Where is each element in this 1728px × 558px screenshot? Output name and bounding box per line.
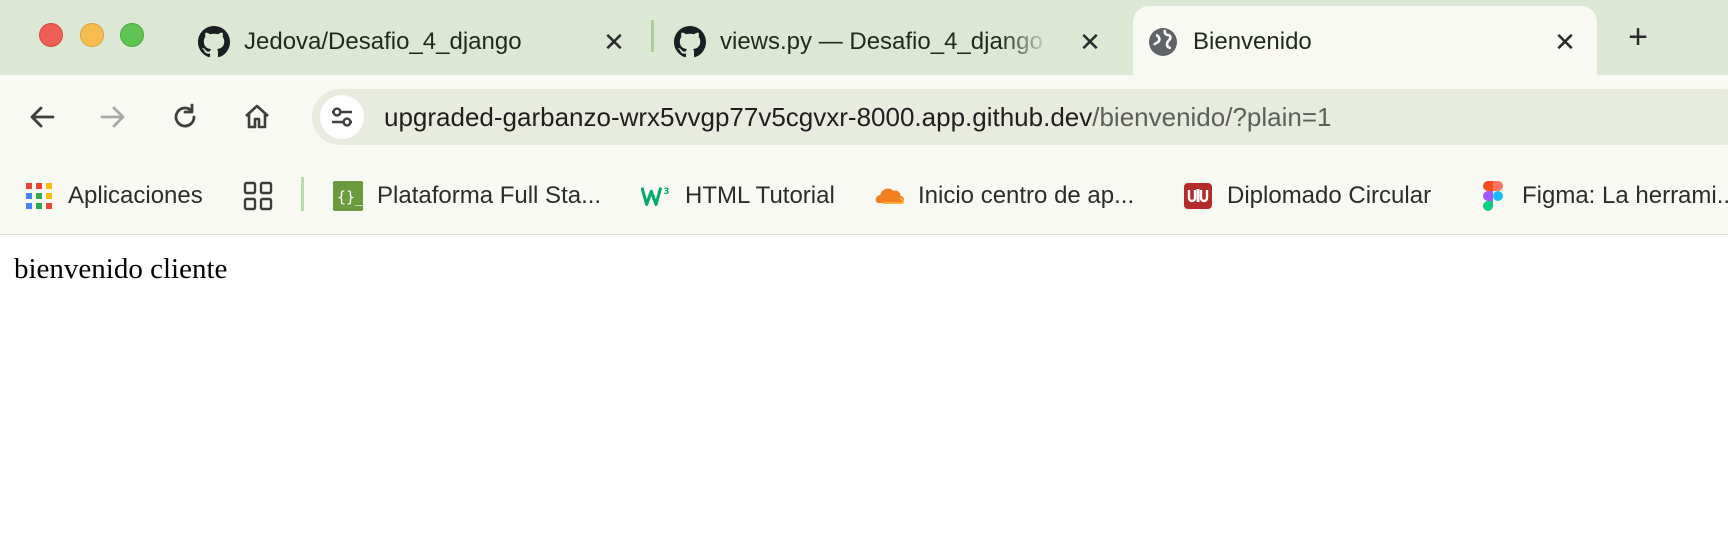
bookmark-inicio-centro[interactable]: Inicio centro de ap...: [874, 177, 1134, 215]
tab-groups-button[interactable]: [243, 177, 287, 215]
bookmark-label: Inicio centro de ap...: [918, 182, 1135, 209]
bookmark-plataforma[interactable]: {}_ Plataforma Full Sta...: [333, 177, 601, 215]
bookmark-aplicaciones[interactable]: Aplicaciones: [24, 177, 203, 215]
svg-text:3: 3: [664, 186, 670, 196]
bookmarks-bar: Aplicaciones: [0, 159, 1728, 235]
tab-close-icon[interactable]: ✕: [1549, 26, 1581, 58]
bookmark-label: Plataforma Full Sta...: [377, 182, 602, 209]
globe-icon: [1149, 28, 1177, 56]
tab-close-icon[interactable]: ✕: [598, 26, 630, 58]
site-settings-icon[interactable]: [320, 95, 364, 139]
tab-bienvenido[interactable]: Bienvenido ✕: [1133, 6, 1597, 75]
tab-title: Bienvenido: [1193, 28, 1312, 55]
url-text[interactable]: upgraded-garbanzo-wrx5vvgp77v5cgvxr-8000…: [384, 101, 1332, 133]
home-icon[interactable]: [235, 95, 279, 139]
tab-views-py[interactable]: views.py — Desafio_4_django ✕: [660, 6, 1120, 75]
page-content: bienvenido cliente: [0, 235, 1728, 558]
browser-toolbar: upgraded-garbanzo-wrx5vvgp77v5cgvxr-8000…: [0, 75, 1728, 159]
w3schools-icon: 3: [641, 181, 671, 211]
back-arrow-icon[interactable]: [20, 95, 64, 139]
bookmark-html-tutorial[interactable]: 3 HTML Tutorial: [641, 177, 835, 215]
bookmarks-separator: [301, 177, 304, 211]
tab-github-repo[interactable]: Jedova/Desafio_4_django ✕: [184, 6, 644, 75]
apps-grid-icon: [24, 181, 54, 211]
page-body-text: bienvenido cliente: [14, 253, 228, 285]
bookmark-label: Diplomado Circular: [1227, 182, 1432, 209]
new-tab-plus-icon[interactable]: +: [1619, 18, 1657, 56]
svg-text:{}_: {}_: [337, 188, 363, 206]
url-host: upgraded-garbanzo-wrx5vvgp77v5cgvxr-8000…: [384, 102, 1093, 132]
window-minimize-button[interactable]: [80, 23, 104, 47]
github-icon: [674, 26, 706, 58]
bookmark-label: HTML Tutorial: [685, 182, 835, 209]
github-icon: [198, 26, 230, 58]
cloud-icon: [874, 181, 904, 211]
tab-groups-icon: [243, 181, 273, 211]
address-bar[interactable]: upgraded-garbanzo-wrx5vvgp77v5cgvxr-8000…: [312, 89, 1728, 145]
figma-icon: [1478, 181, 1508, 211]
shield-logo-icon: [1183, 181, 1213, 211]
tab-title: Jedova/Desafio_4_django: [244, 28, 522, 55]
bookmark-diplomado[interactable]: Diplomado Circular: [1183, 177, 1431, 215]
tab-title: views.py — Desafio_4_django: [720, 28, 1043, 55]
code-braces-icon: {}_: [333, 181, 363, 211]
tab-strip: Jedova/Desafio_4_django ✕ views.py — Des…: [0, 0, 1728, 75]
tab-separator: [651, 20, 654, 52]
tab-close-icon[interactable]: ✕: [1074, 26, 1106, 58]
forward-arrow-icon[interactable]: [91, 95, 135, 139]
reload-icon[interactable]: [163, 95, 207, 139]
window-close-button[interactable]: [39, 23, 63, 47]
bookmark-label: Aplicaciones: [68, 182, 203, 209]
url-path: /bienvenido/?plain=1: [1092, 102, 1332, 132]
window-zoom-button[interactable]: [120, 23, 144, 47]
bookmark-label: Figma: La herrami...: [1522, 182, 1728, 209]
bookmark-figma[interactable]: Figma: La herrami...: [1478, 177, 1728, 215]
